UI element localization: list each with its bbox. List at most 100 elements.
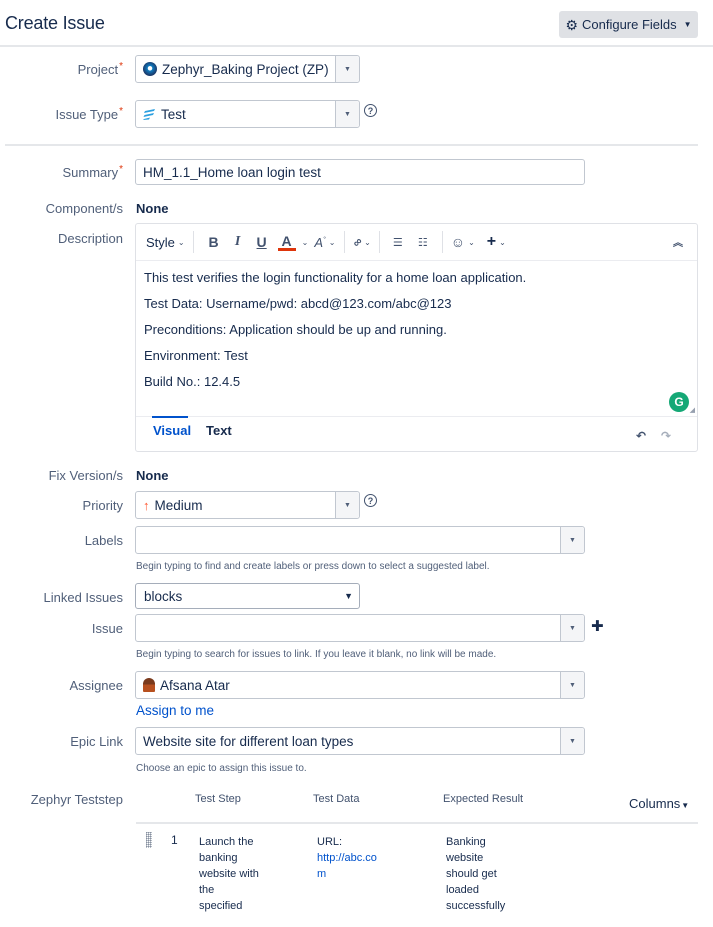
issue-type-label: Issue Type* — [55, 106, 123, 122]
toolbar-separator — [378, 231, 380, 253]
help-icon[interactable]: ? — [364, 104, 377, 117]
required-icon: * — [119, 106, 123, 117]
cell-line: should get — [446, 868, 497, 880]
text-color-button[interactable]: A — [277, 233, 296, 251]
chevron-down-icon[interactable]: ▼ — [335, 101, 359, 127]
emoji-icon: ☺ — [450, 234, 466, 250]
chevron-down-icon[interactable]: ▼ — [560, 615, 584, 641]
chevron-down-icon[interactable]: ▼ — [335, 56, 359, 82]
cell-line: successfully — [446, 900, 506, 912]
epic-link-hint: Choose an epic to assign this issue to. — [136, 763, 307, 774]
labels-input[interactable]: ▼ — [135, 526, 585, 554]
text-color-dropdown[interactable]: ⌄ — [302, 231, 309, 253]
description-line: Environment: Test — [144, 348, 248, 363]
avatar — [143, 678, 155, 692]
assign-to-me-link[interactable]: Assign to me — [136, 703, 214, 718]
chevron-down-icon[interactable]: ▼ — [560, 527, 584, 553]
components-value: None — [136, 201, 169, 216]
columns-label: Columns — [629, 796, 681, 811]
cell-line: URL: — [317, 836, 343, 848]
test-data-cell[interactable]: URL: http://abc.co m — [317, 834, 377, 882]
assignee-value: Afsana Atar — [160, 677, 230, 693]
cell-line: website with — [199, 868, 259, 880]
more-formatting-button[interactable]: A° ⌄ — [314, 231, 335, 253]
style-dropdown[interactable]: Style ⌄ — [146, 231, 185, 253]
issue-input[interactable]: ▼ — [135, 614, 585, 642]
column-header-test-data: Test Data — [313, 793, 360, 805]
epic-link-value: Website site for different loan types — [143, 733, 354, 749]
grammarly-icon[interactable]: G — [669, 392, 689, 412]
project-avatar-icon — [143, 62, 157, 76]
priority-label: Priority — [82, 498, 123, 513]
table-divider — [136, 822, 698, 824]
linked-issues-label: Linked Issues — [43, 590, 124, 605]
numbered-list-button[interactable]: ☷ — [412, 231, 434, 253]
description-line: Build No.: 12.4.5 — [144, 374, 241, 389]
bullet-list-icon: ☰ — [392, 236, 403, 249]
text-style-icon: A° — [314, 234, 326, 250]
bullet-list-button[interactable]: ☰ — [388, 231, 408, 253]
components-label: Component/s — [45, 201, 123, 216]
required-icon: * — [119, 164, 123, 175]
test-step-cell[interactable]: Launch the banking website with the spec… — [199, 834, 259, 914]
undo-icon[interactable]: ↶ — [636, 429, 646, 443]
gear-icon: ⚙ — [565, 16, 578, 33]
column-header-test-step: Test Step — [195, 793, 241, 805]
expected-result-cell[interactable]: Banking website should get loaded succes… — [446, 834, 505, 914]
summary-input[interactable]: HM_1.1_Home loan login test — [135, 159, 585, 185]
bold-button[interactable]: B — [202, 231, 226, 253]
divider — [5, 144, 698, 146]
description-content[interactable]: This test verifies the login functionali… — [144, 270, 526, 400]
underline-button[interactable]: U — [250, 231, 274, 253]
link-button[interactable]: ∞ ⌄ — [349, 231, 371, 253]
insert-button[interactable]: + ⌄ — [487, 231, 506, 253]
issue-type-select[interactable]: Test ▼ — [135, 100, 360, 128]
summary-value: HM_1.1_Home loan login test — [143, 164, 321, 180]
issue-label: Issue — [91, 621, 123, 636]
collapse-toolbar-icon[interactable]: ︽ — [673, 234, 683, 249]
drag-handle-icon[interactable] — [146, 832, 152, 848]
chevron-down-icon[interactable]: ▼ — [560, 672, 584, 698]
description-editor: Style ⌄ B I U A ⌄ A° ⌄ ∞ ⌄ ☰ ☷ ☺ ⌄ + ⌄ ︽ This… — [135, 223, 698, 452]
chevron-down-icon[interactable]: ▼ — [335, 492, 359, 518]
italic-button[interactable]: I — [226, 231, 250, 253]
chevron-down-icon: ⌄ — [468, 237, 475, 247]
chevron-down-icon: ⌄ — [499, 237, 506, 247]
toolbar-separator — [343, 231, 345, 253]
toolbar-separator — [192, 231, 194, 253]
style-label: Style — [146, 234, 175, 250]
redo-icon[interactable]: ↷ — [661, 429, 671, 443]
configure-fields-label: Configure Fields — [581, 17, 677, 32]
tab-visual[interactable]: Visual — [151, 416, 191, 438]
emoji-button[interactable]: ☺ ⌄ — [451, 231, 475, 253]
editor-toolbar: Style ⌄ B I U A ⌄ A° ⌄ ∞ ⌄ ☰ ☷ ☺ ⌄ + ⌄ ︽ — [136, 224, 697, 261]
add-link-icon[interactable]: ✚ — [591, 617, 604, 635]
resize-handle-icon[interactable]: ◢ — [690, 406, 695, 414]
step-number: 1 — [171, 833, 178, 847]
required-icon: * — [119, 61, 123, 72]
cell-line: website — [446, 852, 484, 864]
summary-label: Summary* — [62, 164, 123, 180]
plus-icon: + — [486, 233, 497, 250]
test-data-link[interactable]: m — [317, 866, 377, 882]
tab-text[interactable]: Text — [206, 423, 232, 438]
link-type-select[interactable]: blocks ▼ — [135, 583, 360, 609]
epic-link-label: Epic Link — [70, 734, 123, 749]
dialog-title: Create Issue — [5, 13, 105, 33]
cell-line: Banking — [446, 836, 486, 848]
fix-versions-value: None — [136, 468, 169, 483]
chevron-down-icon[interactable]: ▼ — [560, 728, 584, 754]
priority-select[interactable]: ↑ Medium ▼ — [135, 491, 360, 519]
project-label-text: Project — [77, 62, 119, 77]
fix-versions-label: Fix Version/s — [48, 468, 123, 483]
test-data-link[interactable]: http://abc.co — [317, 850, 377, 866]
assignee-select[interactable]: Afsana Atar ▼ — [135, 671, 585, 699]
columns-button[interactable]: Columns▼ — [629, 796, 689, 811]
epic-link-select[interactable]: Website site for different loan types ▼ — [135, 727, 585, 755]
configure-fields-button[interactable]: ⚙ Configure Fields ▼ — [559, 11, 698, 38]
cell-line: loaded — [446, 884, 480, 896]
cell-line: specified — [199, 900, 243, 912]
help-icon[interactable]: ? — [364, 494, 377, 507]
dialog-header: Create Issue ⚙ Configure Fields ▼ — [0, 0, 713, 47]
project-select[interactable]: Zephyr_Baking Project (ZP) ▼ — [135, 55, 360, 83]
